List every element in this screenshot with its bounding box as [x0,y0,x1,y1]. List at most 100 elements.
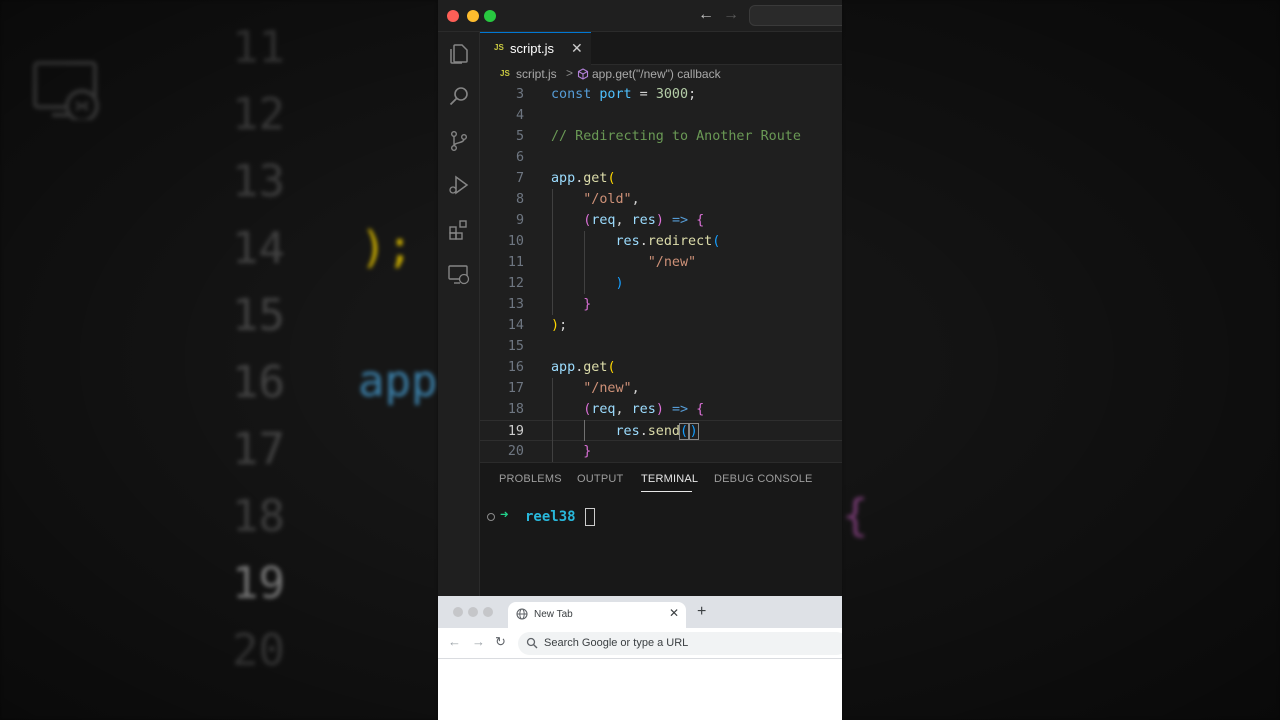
line-number: 9 [515,213,524,228]
close-icon[interactable]: ✕ [669,606,679,620]
chrome-tab-label: New Tab [534,609,573,620]
code-line[interactable]: 11 "/new" [480,252,842,273]
code-line[interactable]: 3 const port = 3000; [480,84,842,105]
code-line[interactable]: 19 res.send() [480,420,842,441]
code-line[interactable]: 5 // Redirecting to Another Route [480,126,842,147]
code-token: ) [655,402,664,417]
code-line[interactable]: 16 app.get( [480,357,842,378]
code-token: get [583,171,608,186]
back-icon[interactable]: ← [448,634,461,649]
explorer-icon[interactable] [447,42,471,66]
code-token: ) [655,213,664,228]
line-number: 20 [507,444,524,459]
close-window-button[interactable] [447,10,459,22]
close-window-button[interactable] [453,607,463,617]
code-text: (req, res) => { [551,399,704,420]
chrome-tab-new-tab[interactable]: New Tab ✕ [508,602,686,628]
extensions-icon[interactable] [447,218,471,242]
chrome-window: New Tab ✕ + ← → ↻ Search Google or type … [438,596,842,720]
source-control-icon[interactable] [447,129,471,153]
go-back-icon[interactable]: ← [698,6,714,24]
code-token: . [639,234,648,249]
code-token: ( [712,234,721,249]
code-token: ) [615,276,624,291]
code-line[interactable]: 10 res.redirect( [480,231,842,252]
line-number: 10 [507,234,524,249]
code-token: } [583,297,592,312]
line-number: 3 [515,87,524,102]
run-debug-icon[interactable] [447,173,471,197]
code-line[interactable]: 8 "/old", [480,189,842,210]
code-token: , [615,402,632,417]
breadcrumb-file[interactable]: script.js [516,67,557,81]
address-bar[interactable]: Search Google or type a URL [518,632,842,655]
code-line[interactable]: 7 app.get( [480,168,842,189]
code-line[interactable]: 15 [480,336,842,357]
minimize-window-button[interactable] [467,10,479,22]
bottom-panel: PROBLEMS OUTPUT TERMINAL DEBUG CONSOLE ➜… [480,462,842,596]
code-token: ) [551,318,560,333]
tab-script-js[interactable]: JS script.js ✕ [480,32,591,65]
code-text: app.get( [551,357,616,378]
code-token: , [631,192,640,207]
code-token: ( [678,423,690,440]
code-line[interactable]: 14); [480,315,842,336]
code-text: } [551,441,591,462]
minimize-window-button[interactable] [468,607,478,617]
code-token: { [696,213,705,228]
code-line[interactable]: 17 "/new", [480,378,842,399]
forward-icon[interactable]: → [472,634,485,649]
code-token: req [591,213,616,228]
maximize-window-button[interactable] [484,10,496,22]
line-number: 6 [515,150,524,165]
code-text: app.get( [551,168,616,189]
code-token: ( [607,360,616,375]
code-text: } [551,294,591,315]
javascript-file-icon: JS [500,69,510,78]
maximize-window-button[interactable] [483,607,493,617]
code-line[interactable]: 18 (req, res) => { [480,399,842,420]
code-line[interactable]: 13 } [480,294,842,315]
code-token: ; [559,318,568,333]
line-number: 14 [507,318,524,333]
tab-terminal[interactable]: TERMINAL [641,473,698,485]
indent-guide [584,420,586,441]
code-token: "/new" [583,381,632,396]
code-token: , [631,381,640,396]
activity-bar [438,32,480,596]
code-text: ); [551,315,567,336]
code-line[interactable]: 12 ) [480,273,842,294]
javascript-file-icon: JS [494,43,504,52]
code-line[interactable]: 9 (req, res) => { [480,210,842,231]
title-bar: ← → [438,0,842,32]
tab-problems[interactable]: PROBLEMS [499,473,562,485]
line-number: 11 [507,255,524,270]
code-line[interactable]: 20 } [480,441,842,462]
code-token: , [615,213,632,228]
go-forward-icon[interactable]: → [723,6,739,24]
code-line[interactable]: 6 [480,147,842,168]
search-icon[interactable] [447,85,471,109]
tab-debug-console[interactable]: DEBUG CONSOLE [714,473,813,485]
line-number: 18 [507,402,524,417]
new-tab-button[interactable]: + [697,603,706,621]
code-text: "/new", [551,378,640,399]
breadcrumb-symbol[interactable]: app.get("/new") callback [592,67,721,81]
line-number: 7 [515,171,524,186]
close-icon[interactable]: ✕ [571,40,583,57]
globe-icon [516,608,528,620]
code-editor[interactable]: 3 const port = 3000; 4 5 // Redirecting to A… [480,84,842,462]
remote-explorer-icon[interactable] [447,263,471,287]
code-token: = [631,87,656,102]
code-line[interactable]: 4 [480,105,842,126]
code-token: ) [688,423,699,440]
tab-output[interactable]: OUTPUT [577,473,623,485]
command-center[interactable] [749,5,842,26]
reload-icon[interactable]: ↻ [495,634,506,650]
code-text: res.redirect( [551,231,721,252]
command-status-icon [487,513,495,521]
code-token: . [639,424,648,439]
